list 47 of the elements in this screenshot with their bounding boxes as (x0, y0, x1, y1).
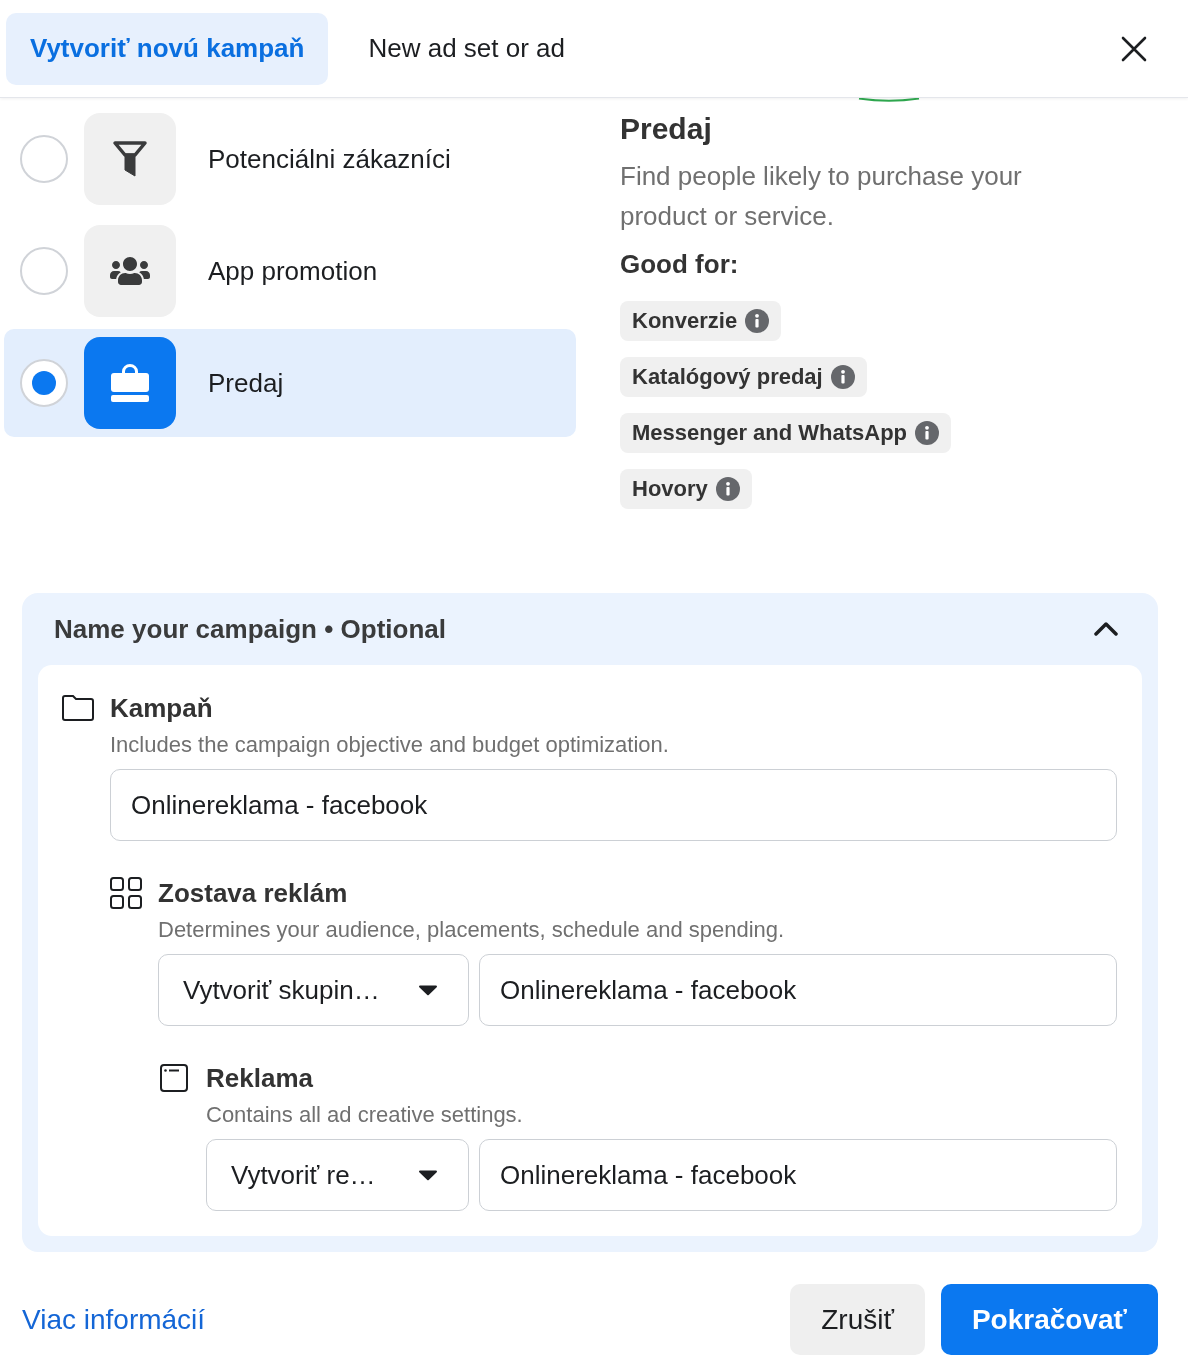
window-icon (160, 1064, 188, 1092)
radio-button[interactable] (20, 359, 68, 407)
objective-option[interactable]: Potenciálni zákazníci (4, 105, 576, 213)
level-description: Contains all ad creative settings. (206, 1101, 523, 1129)
name-input[interactable]: Onlinereklama - facebook (479, 954, 1117, 1026)
folder-icon (62, 694, 94, 722)
level-description: Includes the campaign objective and budget optimization. (110, 731, 669, 759)
objective-title: Predaj (620, 111, 712, 147)
funnel-icon (84, 113, 176, 205)
objective-option[interactable]: App promotion (4, 217, 576, 325)
objective-description: Find people likely to purchase your product or service. (620, 160, 1023, 233)
name-input[interactable]: Onlinereklama - facebook (110, 769, 1117, 841)
create-dropdown[interactable]: Vytvoriť re… (206, 1139, 469, 1211)
level-title: Kampaň (110, 692, 213, 724)
tag-label: Messenger and WhatsApp (632, 420, 908, 446)
tab[interactable]: New ad set or ad (344, 12, 589, 85)
briefcase-icon (84, 337, 176, 429)
info-icon[interactable] (715, 477, 740, 501)
name-input[interactable]: Onlinereklama - facebook (479, 1139, 1117, 1211)
people-group-icon (84, 225, 176, 317)
cancel-button[interactable]: Zrušiť (790, 1284, 925, 1355)
arc-drawing (858, 98, 920, 102)
continue-button[interactable]: Pokračovať (940, 1284, 1158, 1355)
info-icon[interactable] (745, 309, 770, 333)
radio-button[interactable] (20, 247, 68, 295)
level-description: Determines your audience, placements, schedule and spending. (158, 916, 785, 944)
chevron-up-icon (1094, 621, 1118, 637)
level-title: Reklama (206, 1062, 313, 1094)
level-title: Zostava reklám (158, 877, 348, 909)
grid-icon (110, 877, 142, 909)
good-for-label: Good for: (620, 248, 739, 281)
create-dropdown[interactable]: Vytvoriť skupin… (158, 954, 469, 1026)
tag-label: Katalógový predaj (632, 364, 823, 390)
caret-down-icon (418, 1169, 438, 1181)
tag-label: Konverzie (632, 308, 738, 334)
info-icon[interactable] (830, 365, 855, 389)
close-button[interactable] (1120, 34, 1148, 63)
tab[interactable]: Vytvoriť novú kampaň (6, 12, 329, 85)
section-title: Name your campaign • Optional (54, 613, 446, 645)
collapse-button[interactable] (1094, 621, 1118, 637)
tag-label: Hovory (632, 476, 708, 502)
close-icon (1121, 35, 1147, 62)
more-info-link[interactable]: Viac informácií (22, 1303, 206, 1336)
radio-button[interactable] (20, 135, 68, 183)
caret-down-icon (418, 984, 438, 996)
info-icon[interactable] (915, 421, 940, 445)
objective-option[interactable]: Predaj (4, 329, 576, 437)
